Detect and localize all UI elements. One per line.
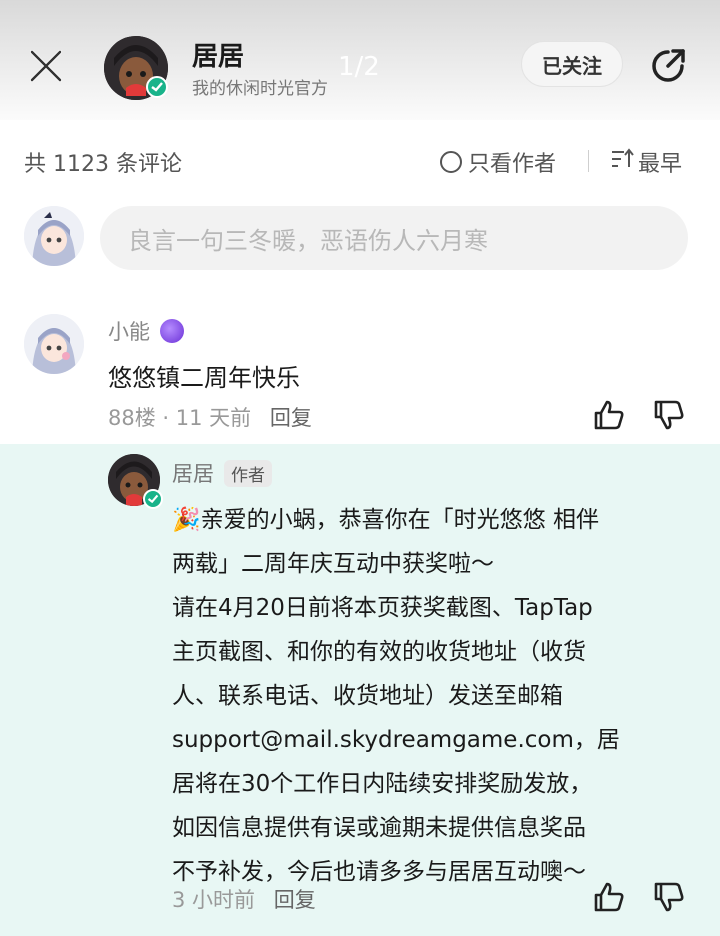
verified-badge-icon — [143, 489, 163, 509]
reply-reply-button[interactable]: 回复 — [274, 888, 316, 912]
my-avatar[interactable] — [24, 206, 84, 266]
sort-icon — [610, 148, 634, 176]
party-emoji-icon: 🎉 — [172, 507, 201, 533]
follow-button[interactable]: 已关注 — [521, 41, 623, 87]
comment-reply-button[interactable]: 回复 — [270, 406, 312, 430]
author-name[interactable]: 居居 — [192, 36, 244, 73]
reply-line: 请在4月20日前将本页获奖截图、TapTap — [172, 595, 593, 621]
author-only-toggle[interactable]: 只看作者 — [440, 146, 556, 178]
share-icon[interactable] — [646, 44, 690, 88]
commenter-name-row: 小能 — [108, 316, 184, 346]
reply-author-name[interactable]: 居居 — [172, 458, 214, 488]
reply-meta: 3 小时前 回复 — [172, 884, 316, 914]
reply-line: 🎉亲爱的小蜗，恭喜你在「时光悠悠 相伴 — [172, 507, 599, 533]
reply-time: 3 小时前 — [172, 888, 256, 912]
reply-line: 两载」二周年庆互动中获奖啦～ — [172, 551, 494, 577]
comment-count: 共 1123 条评论 — [24, 152, 182, 177]
thumbs-up-icon[interactable] — [592, 880, 626, 914]
close-icon[interactable] — [24, 44, 68, 88]
top-header: 居居 我的休闲时光官方 1/2 已关注 — [0, 0, 720, 120]
page-indicator: 1/2 — [338, 52, 380, 82]
reply-line: support@mail.skydreamgame.com，居 — [172, 727, 620, 753]
reply-line: 主页截图、和你的有效的收货地址（收货 — [172, 639, 586, 665]
comment-time: 11 天前 — [175, 406, 252, 430]
thumbs-down-icon[interactable] — [652, 880, 686, 914]
commenter-name[interactable]: 小能 — [108, 316, 150, 346]
comment-meta: 88楼 · 11 天前 回复 — [108, 402, 312, 432]
author-subtitle: 我的休闲时光官方 — [192, 79, 328, 99]
sort-label: 最早 — [638, 152, 683, 177]
reply-text: 🎉亲爱的小蜗，恭喜你在「时光悠悠 相伴 两载」二周年庆互动中获奖啦～ 请在4月2… — [172, 498, 702, 894]
thumbs-up-icon[interactable] — [592, 398, 626, 432]
comment-input-placeholder: 良言一句三冬暖，恶语伤人六月寒 — [128, 226, 488, 255]
comment-input[interactable]: 良言一句三冬暖，恶语伤人六月寒 — [100, 206, 688, 270]
divider — [588, 150, 589, 172]
comment-floor: 88楼 — [108, 406, 156, 430]
reply-line: 如因信息提供有误或逾期未提供信息奖品 — [172, 815, 586, 841]
comment-text: 悠悠镇二周年快乐 — [108, 364, 300, 392]
author-only-label: 只看作者 — [468, 152, 557, 177]
reply-author-row: 居居 作者 — [172, 458, 272, 488]
thumbs-down-icon[interactable] — [652, 398, 686, 432]
reply-line: 人、联系电话、收货地址）发送至邮箱 — [172, 683, 563, 709]
author-tag: 作者 — [224, 459, 272, 487]
sort-button[interactable]: 最早 — [610, 146, 682, 178]
meta-dot: · — [162, 406, 176, 430]
verified-badge-icon — [146, 76, 168, 98]
reply-line: 居将在30个工作日内陆续安排奖励发放， — [172, 771, 593, 797]
radio-circle-icon — [440, 151, 462, 173]
level-badge-icon — [160, 319, 184, 343]
commenter-avatar[interactable] — [24, 314, 84, 374]
